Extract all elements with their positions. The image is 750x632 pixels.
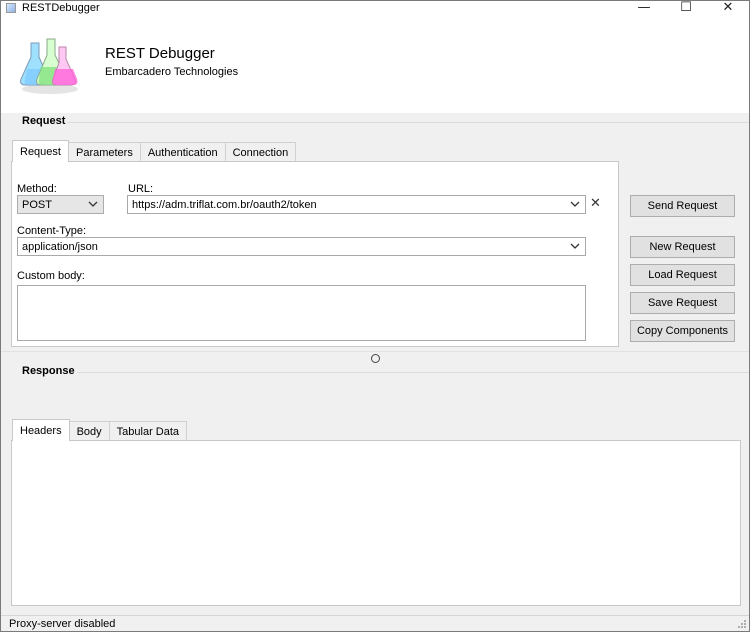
tab-body[interactable]: Body (68, 421, 110, 441)
proxy-status-text: Proxy-server disabled (9, 618, 116, 630)
content-type-value: application/json (22, 240, 98, 253)
method-value: POST (22, 198, 52, 211)
request-tabs: Request Parameters Authentication Connec… (12, 140, 297, 162)
tab-parameters[interactable]: Parameters (67, 142, 141, 162)
custom-body-textarea[interactable] (17, 285, 586, 341)
splitter-line (1, 351, 749, 352)
load-request-button[interactable]: Load Request (630, 264, 735, 286)
copy-components-button[interactable]: Copy Components (630, 320, 735, 342)
tab-headers[interactable]: Headers (12, 419, 70, 441)
response-tabs: Headers Body Tabular Data (12, 419, 188, 441)
response-group-line (77, 372, 749, 373)
app-icon (6, 3, 16, 13)
resize-grip-icon[interactable] (737, 619, 747, 629)
chevron-down-icon (88, 201, 98, 207)
request-section-label: Request (22, 115, 66, 127)
save-request-button[interactable]: Save Request (630, 292, 735, 314)
clear-url-icon[interactable]: ✕ (590, 196, 601, 211)
tab-tabular-data[interactable]: Tabular Data (108, 421, 188, 441)
request-group-line (67, 122, 749, 123)
url-value: https://adm.triflat.com.br/oauth2/token (132, 198, 317, 211)
send-request-button[interactable]: Send Request (630, 195, 735, 217)
response-headers-panel (11, 440, 741, 606)
splitter-handle[interactable] (371, 354, 380, 363)
method-label: Method: (17, 183, 57, 195)
app-header: REST Debugger Embarcadero Technologies (1, 15, 749, 113)
minimize-icon[interactable]: — (623, 0, 665, 15)
window-title: RESTDebugger (22, 2, 100, 14)
close-icon[interactable]: ✕ (707, 0, 749, 15)
tab-connection[interactable]: Connection (224, 142, 297, 162)
company-name: Embarcadero Technologies (105, 66, 239, 78)
method-select[interactable]: POST (17, 195, 104, 214)
chevron-down-icon[interactable] (570, 199, 580, 209)
content-type-select[interactable]: application/json (17, 237, 586, 256)
response-section-label: Response (22, 365, 75, 377)
chevron-down-icon[interactable] (570, 241, 580, 251)
window-controls: — ☐ ✕ (623, 0, 749, 15)
new-request-button[interactable]: New Request (630, 236, 735, 258)
app-name: REST Debugger (105, 45, 215, 62)
url-label: URL: (128, 183, 154, 195)
status-bar: Proxy-server disabled (1, 615, 749, 631)
tab-request[interactable]: Request (12, 140, 69, 162)
maximize-icon[interactable]: ☐ (665, 0, 707, 15)
content-type-label: Content-Type: (17, 225, 87, 237)
url-input[interactable]: https://adm.triflat.com.br/oauth2/token (127, 195, 586, 214)
custom-body-label: Custom body: (17, 270, 85, 282)
flasks-logo-icon (20, 38, 78, 94)
title-bar: RESTDebugger — ☐ ✕ (1, 0, 749, 15)
tab-authentication[interactable]: Authentication (139, 142, 226, 162)
